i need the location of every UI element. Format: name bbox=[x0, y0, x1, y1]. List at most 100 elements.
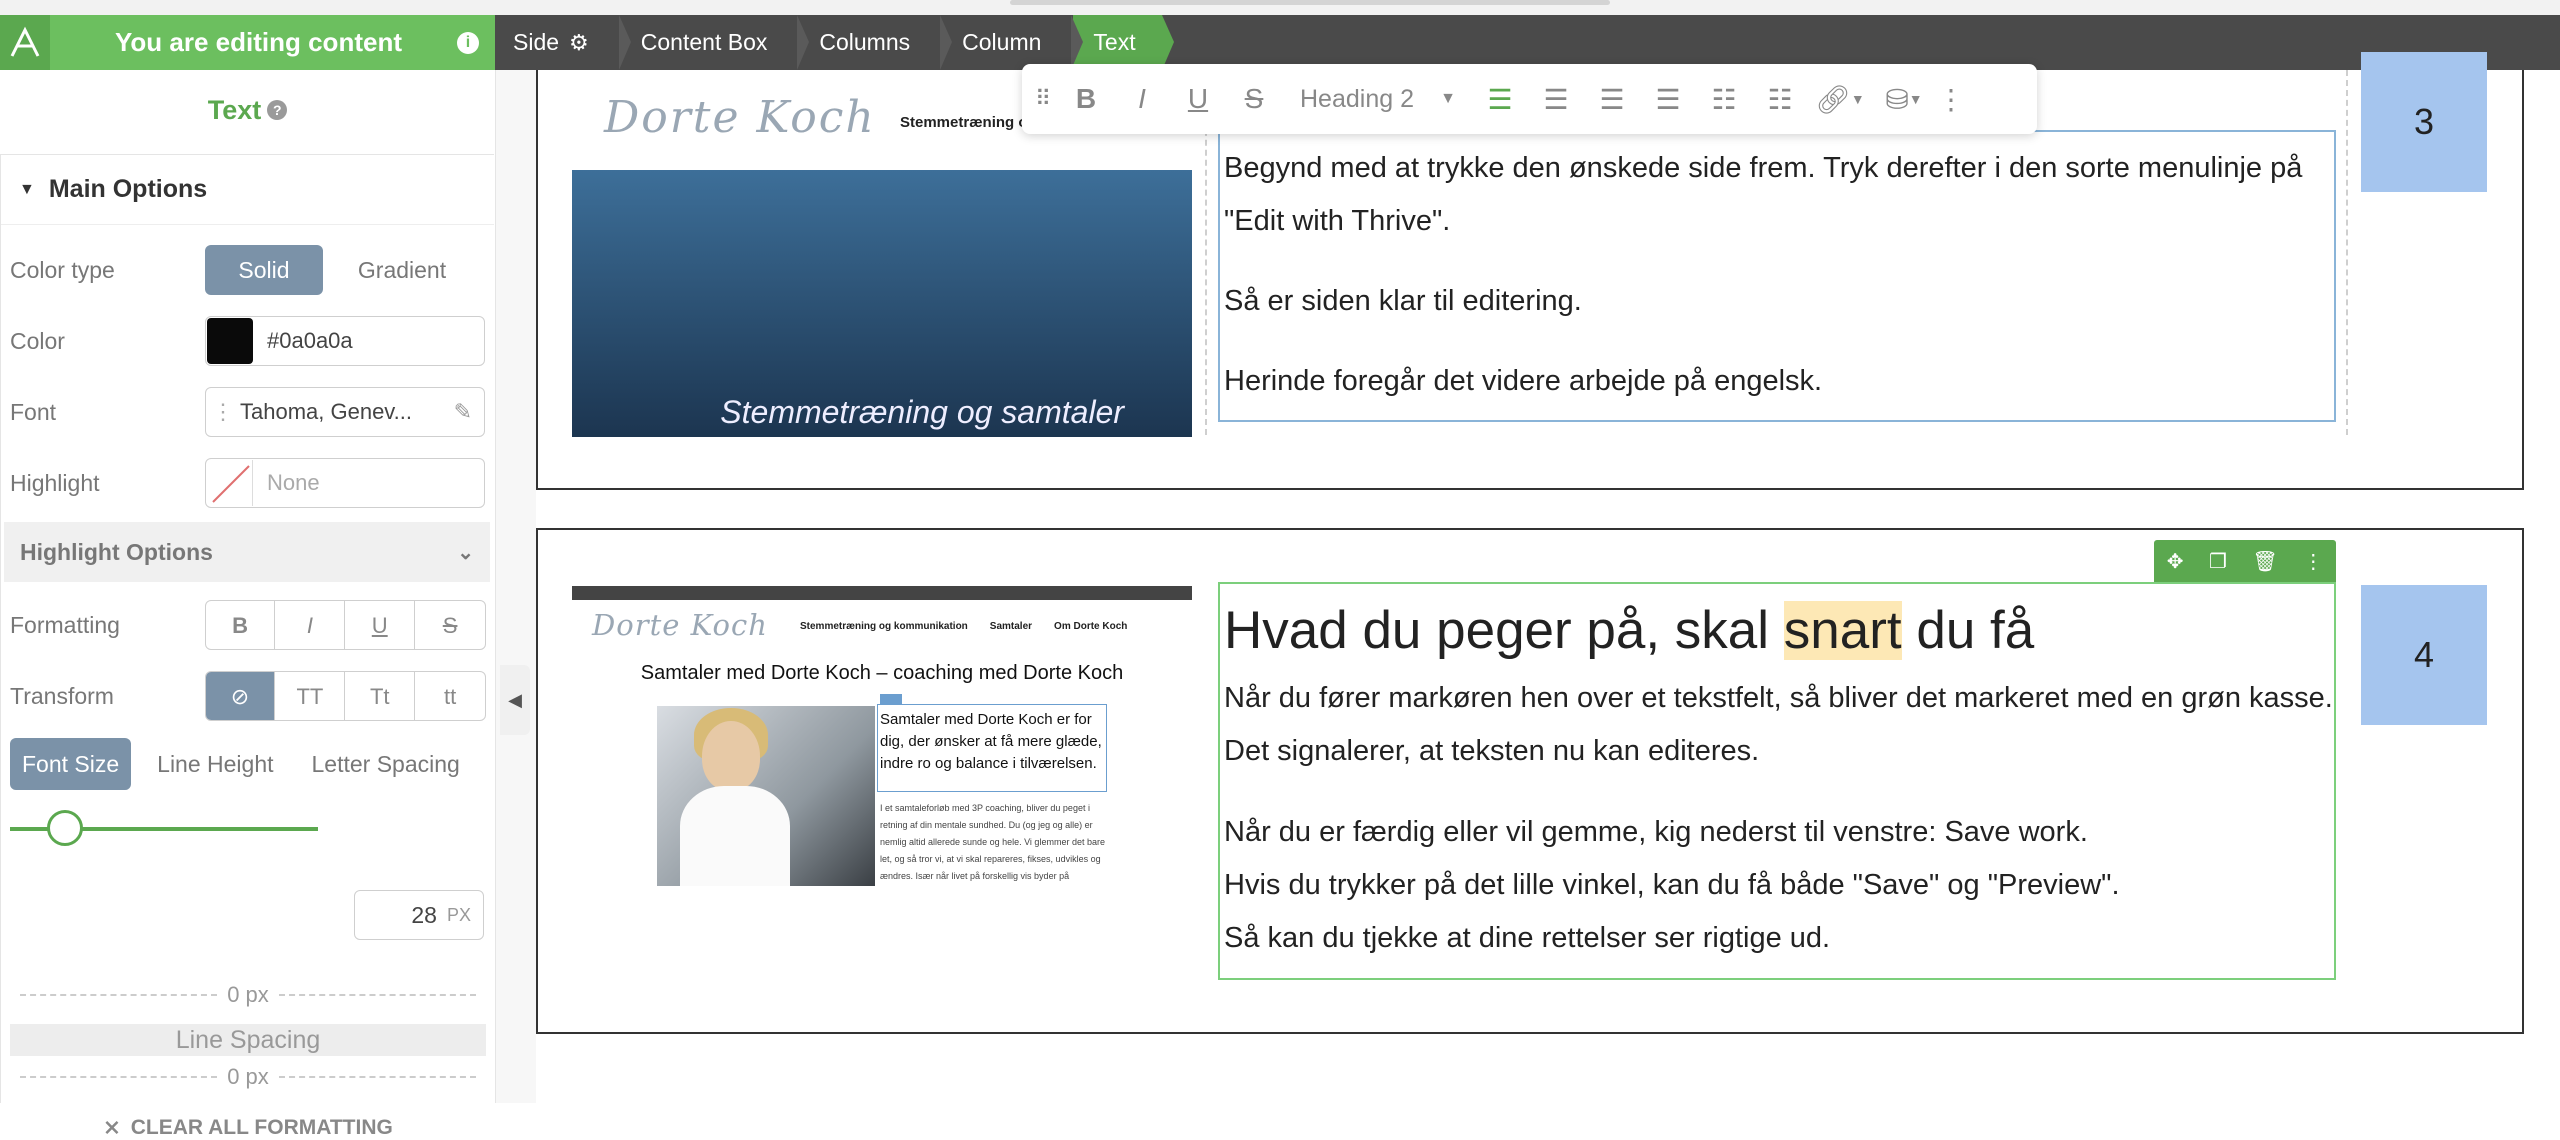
color-type-label: Color type bbox=[10, 256, 115, 283]
options-sidebar: Text ? ▼ Main Options Color type Solid G… bbox=[0, 70, 496, 1139]
size-tabs: Font Size Line Height Letter Spacing bbox=[10, 738, 472, 790]
paragraph[interactable]: Begynd med at trykke den ønskede side fr… bbox=[1224, 142, 2334, 248]
strikethrough-button[interactable]: S bbox=[415, 601, 485, 649]
highlight-options-label: Highlight Options bbox=[20, 538, 213, 565]
move-icon[interactable]: ✥ bbox=[2167, 549, 2184, 574]
element-actions: ✥ ❐ 🗑︎ ⋮ bbox=[2154, 540, 2336, 582]
pencil-icon[interactable]: ✎ bbox=[454, 399, 472, 425]
more-options-icon[interactable]: ⋮ bbox=[1936, 64, 1966, 134]
no-transform-button[interactable]: ⊘ bbox=[205, 672, 276, 720]
horizontal-scrollbar[interactable] bbox=[1010, 0, 1610, 5]
spacing-top-value: 0 px bbox=[227, 982, 269, 1007]
crumb-column[interactable]: Column bbox=[942, 15, 1084, 70]
bullet-list-icon[interactable]: ☷ bbox=[1696, 64, 1752, 134]
heading-select[interactable]: Heading 2 ▼ bbox=[1282, 85, 1472, 114]
uppercase-button[interactable]: TT bbox=[275, 672, 346, 720]
gear-icon[interactable]: ⚙ bbox=[569, 30, 589, 56]
help-icon[interactable]: ? bbox=[267, 100, 288, 120]
bold-button[interactable]: B bbox=[1058, 64, 1114, 134]
shot-small-text: I et samtaleforløb med 3P coaching, bliv… bbox=[880, 803, 1105, 881]
highlight-value: None bbox=[267, 470, 320, 495]
formatting-buttons: B I U S bbox=[204, 600, 486, 650]
align-left-icon[interactable]: ☰ bbox=[1472, 64, 1528, 134]
shot-nav-item: Samtaler bbox=[989, 621, 1033, 632]
align-center-icon[interactable]: ☰ bbox=[1528, 64, 1584, 134]
italic-button[interactable]: I bbox=[275, 601, 346, 649]
shot-photo-face bbox=[702, 721, 760, 791]
heading[interactable]: Hvad du peger på, skal snart du få bbox=[1224, 590, 2334, 672]
paragraph[interactable]: Herinde foregår det videre arbejde på en… bbox=[1224, 355, 2334, 408]
color-type-row: Color type Solid Gradient bbox=[10, 245, 486, 295]
capitalize-button[interactable]: Tt bbox=[345, 672, 416, 720]
caret-down-icon: ▼ bbox=[19, 180, 35, 198]
collapse-sidebar-button[interactable]: ◀ bbox=[500, 665, 530, 735]
text-element-3[interactable]: Begynd med at trykke den ønskede side fr… bbox=[1218, 130, 2336, 422]
sidebar-title-label: Text bbox=[207, 94, 262, 125]
sidebar-gutter bbox=[496, 70, 536, 1103]
shot-logo: Dorte Koch bbox=[592, 608, 768, 642]
underline-button[interactable]: U bbox=[345, 601, 416, 649]
delete-icon[interactable]: 🗑︎ bbox=[2252, 549, 2277, 574]
color-field[interactable]: #0a0a0a bbox=[205, 316, 485, 366]
font-row: Font ⋮ Tahoma, Genev... ✎ bbox=[10, 387, 486, 437]
formatting-row: Formatting B I U S bbox=[10, 600, 486, 650]
paragraph[interactable]: Når du fører markøren hen over et tekstf… bbox=[1224, 672, 2334, 778]
paragraph[interactable]: Så er siden klar til editering. bbox=[1224, 275, 2334, 328]
solid-button[interactable]: Solid bbox=[205, 245, 323, 295]
shot-tagline: Stemmetræning og bbox=[900, 114, 1037, 131]
shot-banner: Stemmetræning og samtaler bbox=[572, 170, 1192, 437]
tab-letter-spacing[interactable]: Letter Spacing bbox=[300, 738, 472, 790]
paragraph[interactable]: Så kan du tjekke at dine rettelser ser r… bbox=[1224, 912, 2334, 965]
column-divider bbox=[2346, 70, 2348, 435]
spacing-bottom-value: 0 px bbox=[227, 1064, 269, 1089]
more-options-icon[interactable]: ⋮ bbox=[2303, 549, 2323, 574]
underline-button[interactable]: U bbox=[1170, 64, 1226, 134]
thrive-logo[interactable] bbox=[0, 15, 50, 70]
spacing-top[interactable]: 0 px bbox=[10, 982, 486, 1008]
lowercase-button[interactable]: tt bbox=[415, 672, 485, 720]
italic-button[interactable]: I bbox=[1114, 64, 1170, 134]
spacing-bottom[interactable]: 0 px bbox=[10, 1064, 486, 1090]
highlight-field[interactable]: None bbox=[205, 458, 485, 508]
color-label: Color bbox=[10, 327, 65, 354]
shot-nav: Stemmetræning og kommunikation Samtaler … bbox=[800, 621, 1127, 632]
transform-buttons: ⊘ TT Tt tt bbox=[204, 671, 486, 721]
top-strip bbox=[0, 0, 2560, 15]
number-box-4: 4 bbox=[2361, 585, 2487, 725]
info-icon[interactable]: i bbox=[457, 31, 479, 54]
align-right-icon[interactable]: ☰ bbox=[1584, 64, 1640, 134]
font-size-input[interactable]: 28 PX bbox=[354, 890, 484, 940]
paragraph[interactable]: Hvis du trykker på det lille vinkel, kan… bbox=[1224, 859, 2334, 912]
crumb-side[interactable]: Side ⚙ bbox=[495, 15, 631, 70]
database-icon[interactable]: ⛁ ▼ bbox=[1872, 64, 1936, 134]
paragraph[interactable]: Når du er færdig eller vil gemme, kig ne… bbox=[1224, 806, 2334, 859]
clear-formatting-label: CLEAR ALL FORMATTING bbox=[130, 1115, 393, 1139]
text-toolbar: ⠿ B I U S Heading 2 ▼ ☰ ☰ ☰ ☰ ☷ ☷ 🔗︎ ▼ ⛁ ▼… bbox=[1022, 64, 2037, 134]
numbered-list-icon[interactable]: ☷ bbox=[1752, 64, 1808, 134]
shot-nav-item: Om Dorte Koch bbox=[1054, 621, 1128, 632]
font-field[interactable]: ⋮ Tahoma, Genev... ✎ bbox=[205, 387, 485, 437]
drag-handle-icon[interactable]: ⠿ bbox=[1028, 64, 1058, 134]
tab-font-size[interactable]: Font Size bbox=[10, 738, 132, 790]
crumb-content-box[interactable]: Content Box bbox=[621, 15, 809, 70]
color-value: #0a0a0a bbox=[267, 328, 353, 353]
color-swatch[interactable] bbox=[207, 318, 253, 364]
main-options-header[interactable]: ▼ Main Options bbox=[1, 155, 494, 225]
crumb-text[interactable]: Text bbox=[1073, 15, 1174, 70]
text-element-4[interactable]: Hvad du peger på, skal snart du få Når d… bbox=[1218, 582, 2336, 980]
chevron-down-icon: ⌄ bbox=[457, 541, 474, 564]
duplicate-icon[interactable]: ❐ bbox=[2209, 549, 2227, 574]
highlight-options-header[interactable]: Highlight Options ⌄ bbox=[4, 522, 490, 582]
link-icon[interactable]: 🔗︎ ▼ bbox=[1808, 64, 1872, 134]
clear-formatting-button[interactable]: ⨯ CLEAR ALL FORMATTING bbox=[0, 1115, 496, 1140]
no-color-icon[interactable] bbox=[207, 460, 253, 506]
gradient-button[interactable]: Gradient bbox=[323, 245, 481, 295]
strikethrough-button[interactable]: S bbox=[1226, 64, 1282, 134]
number-box-3: 3 bbox=[2361, 52, 2487, 192]
tab-line-height[interactable]: Line Height bbox=[145, 738, 285, 790]
crumb-side-label: Side bbox=[513, 29, 560, 55]
bold-button[interactable]: B bbox=[206, 601, 276, 649]
line-spacing-box: Line Spacing bbox=[10, 1024, 486, 1056]
crumb-columns[interactable]: Columns bbox=[799, 15, 952, 70]
align-justify-icon[interactable]: ☰ bbox=[1640, 64, 1696, 134]
